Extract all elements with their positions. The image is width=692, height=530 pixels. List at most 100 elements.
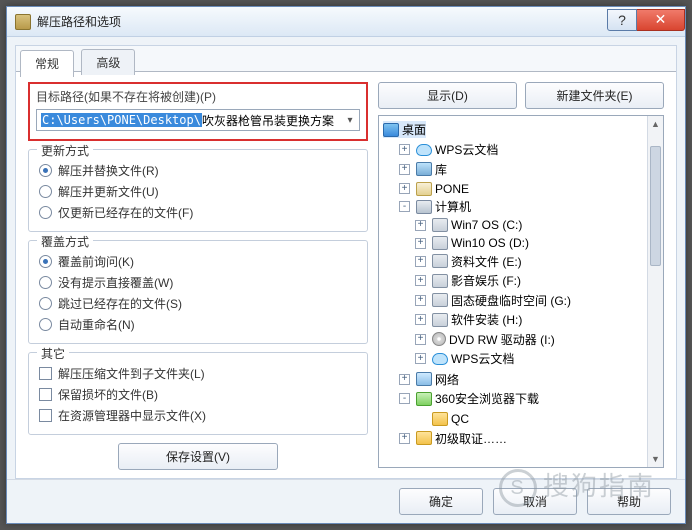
expand-icon[interactable]: +	[399, 144, 410, 155]
tree-item[interactable]: + 软件安装 (H:)	[415, 311, 522, 328]
radio-option[interactable]: 解压并替换文件(R)	[39, 162, 357, 179]
titlebar[interactable]: 解压路径和选项 ? ✕	[7, 7, 685, 37]
scroll-thumb[interactable]	[650, 146, 661, 266]
pc-icon	[416, 200, 432, 214]
expand-icon[interactable]: +	[415, 256, 426, 267]
client-area: 常规 高级 目标路径(如果不存在将被创建)(P) C:\Users\PONE\D…	[15, 45, 677, 479]
tree-item-label: 库	[435, 161, 447, 178]
radio-option[interactable]: 仅更新已经存在的文件(F)	[39, 204, 357, 221]
tree-item[interactable]: +Win10 OS (D:)	[415, 236, 529, 250]
left-column: 目标路径(如果不存在将被创建)(P) C:\Users\PONE\Desktop…	[28, 82, 368, 468]
option-label: 自动重命名(N)	[58, 316, 135, 333]
tree-item-label: 软件安装 (H:)	[451, 311, 522, 328]
tree-item[interactable]: +DVD RW 驱动器 (I:)	[415, 331, 555, 348]
tree-scrollbar[interactable]: ▲ ▼	[647, 116, 663, 467]
new-folder-button[interactable]: 新建文件夹(E)	[525, 82, 664, 109]
radio-option[interactable]: 跳过已经存在的文件(S)	[39, 295, 357, 312]
radio-option[interactable]: 自动重命名(N)	[39, 316, 357, 333]
group-title-update: 更新方式	[37, 142, 93, 159]
help-window-button[interactable]: ?	[607, 9, 637, 31]
path-dropdown-button[interactable]: ▾	[342, 112, 358, 128]
tree-item[interactable]: -360安全浏览器下载	[399, 390, 539, 407]
tree-item-label: 桌面	[402, 121, 426, 138]
highlight-box: 目标路径(如果不存在将被创建)(P) C:\Users\PONE\Desktop…	[28, 82, 368, 141]
collapse-icon[interactable]: -	[399, 201, 410, 212]
cancel-button[interactable]: 取消	[493, 488, 577, 515]
radio-icon	[39, 206, 52, 219]
tree-item[interactable]: + 初级取证……	[399, 430, 507, 447]
tree-item-label: QC	[451, 412, 469, 426]
hdd-icon	[432, 236, 448, 250]
scroll-down-arrow[interactable]: ▼	[648, 451, 663, 467]
check-option[interactable]: 在资源管理器中显示文件(X)	[39, 407, 357, 424]
check-option[interactable]: 保留损坏的文件(B)	[39, 386, 357, 403]
folder-tree[interactable]: 桌面+WPS云文档+库+PONE-计算机+Win7 OS (C:)+Win10 …	[378, 115, 664, 468]
group-title-overwrite: 覆盖方式	[37, 233, 93, 250]
folder-icon	[416, 431, 432, 445]
tree-item-label: 影音娱乐 (F:)	[451, 272, 521, 289]
expand-icon[interactable]: +	[415, 238, 426, 249]
radio-icon	[39, 164, 52, 177]
destination-path-input[interactable]: C:\Users\PONE\Desktop\吹灰器枪管吊装更换方案	[36, 109, 360, 131]
desktop-icon	[383, 123, 399, 137]
show-button[interactable]: 显示(D)	[378, 82, 517, 109]
option-label: 在资源管理器中显示文件(X)	[58, 407, 206, 424]
check-icon	[39, 409, 52, 422]
tree-item[interactable]: + PONE	[399, 182, 469, 196]
expand-icon[interactable]: +	[399, 183, 410, 194]
tree-item[interactable]: + 影音娱乐 (F:)	[415, 272, 521, 289]
close-window-button[interactable]: ✕	[637, 9, 685, 31]
panel: 目标路径(如果不存在将被创建)(P) C:\Users\PONE\Desktop…	[16, 72, 676, 478]
cloud-icon	[432, 353, 448, 365]
right-column: 显示(D) 新建文件夹(E) 桌面+WPS云文档+库+PONE-计算机+Win7…	[378, 82, 664, 468]
help-button[interactable]: 帮助	[587, 488, 671, 515]
expand-icon[interactable]: +	[399, 374, 410, 385]
expand-icon[interactable]: +	[415, 334, 426, 345]
ok-button[interactable]: 确定	[399, 488, 483, 515]
collapse-icon[interactable]: -	[399, 393, 410, 404]
tree-item-label: PONE	[435, 182, 469, 196]
option-label: 覆盖前询问(K)	[58, 253, 134, 270]
option-label: 解压并更新文件(U)	[58, 183, 159, 200]
tree-item[interactable]: QC	[415, 412, 469, 426]
lib-icon	[416, 162, 432, 176]
radio-option[interactable]: 没有提示直接覆盖(W)	[39, 274, 357, 291]
radio-icon	[39, 297, 52, 310]
tree-item-label: 固态硬盘临时空间 (G:)	[451, 292, 571, 309]
option-label: 保留损坏的文件(B)	[58, 386, 158, 403]
tree-item[interactable]: -计算机	[399, 198, 471, 215]
path-label: 目标路径(如果不存在将被创建)(P)	[36, 88, 360, 105]
tree-item[interactable]: +资料文件 (E:)	[415, 253, 522, 270]
hdd-icon	[432, 313, 448, 327]
user-icon	[416, 182, 432, 196]
expand-icon[interactable]: +	[399, 433, 410, 444]
tree-item[interactable]: +Win7 OS (C:)	[415, 218, 522, 232]
expand-icon[interactable]: +	[415, 295, 426, 306]
tree-item[interactable]: +库	[399, 161, 447, 178]
expand-icon[interactable]: +	[415, 275, 426, 286]
dialog-footer: 确定 取消 帮助	[7, 479, 685, 523]
radio-option[interactable]: 解压并更新文件(U)	[39, 183, 357, 200]
tree-item-label: WPS云文档	[451, 350, 514, 367]
window-title: 解压路径和选项	[37, 13, 607, 30]
tree-item-label: 初级取证……	[435, 430, 507, 447]
expand-icon[interactable]: +	[415, 220, 426, 231]
tree-item[interactable]: + WPS云文档	[415, 350, 514, 367]
radio-icon	[39, 318, 52, 331]
tree-root[interactable]: 桌面	[383, 121, 426, 138]
tree-item-label: WPS云文档	[435, 141, 498, 158]
radio-icon	[39, 276, 52, 289]
tree-item[interactable]: +网络	[399, 371, 459, 388]
option-label: 跳过已经存在的文件(S)	[58, 295, 182, 312]
expand-icon[interactable]: +	[399, 164, 410, 175]
save-settings-button[interactable]: 保存设置(V)	[118, 443, 278, 470]
radio-option[interactable]: 覆盖前询问(K)	[39, 253, 357, 270]
hdd-icon	[432, 293, 448, 307]
expand-icon[interactable]: +	[415, 314, 426, 325]
expand-icon[interactable]: +	[415, 353, 426, 364]
scroll-up-arrow[interactable]: ▲	[648, 116, 663, 132]
check-icon	[39, 388, 52, 401]
tree-item[interactable]: + WPS云文档	[399, 141, 498, 158]
tree-item[interactable]: + 固态硬盘临时空间 (G:)	[415, 292, 571, 309]
check-option[interactable]: 解压压缩文件到子文件夹(L)	[39, 365, 357, 382]
